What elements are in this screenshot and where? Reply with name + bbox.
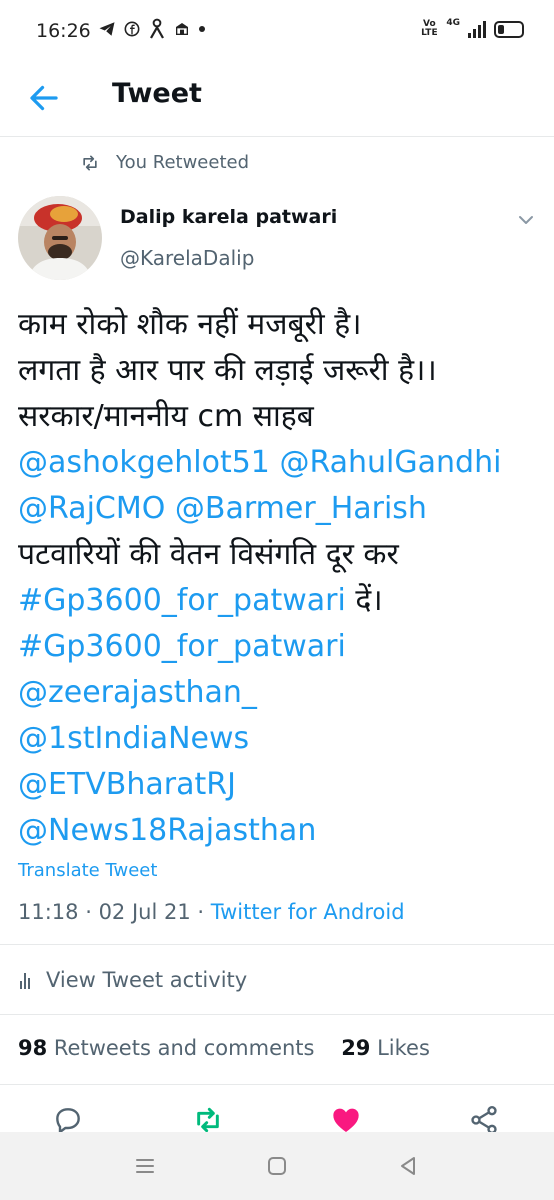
avatar[interactable]	[18, 196, 102, 280]
tweet-date: 02 Jul 21	[98, 900, 191, 924]
tweet-line: पटवारियों की वेतन विसंगति दूर कर	[18, 537, 399, 572]
likes-count: 29	[341, 1036, 371, 1060]
bank-icon	[176, 23, 188, 35]
dot-icon	[199, 26, 205, 32]
author-name[interactable]: Dalip karela patwari	[120, 206, 337, 228]
mention-link[interactable]: @ETVBharatRJ	[18, 762, 538, 808]
retweets-label: Retweets and comments	[47, 1036, 315, 1060]
tweet-line: @ashokgehlot51 @RahulGandhi	[18, 440, 538, 486]
person-icon	[150, 18, 164, 39]
system-navigation-bar	[0, 1132, 554, 1200]
activity-label: View Tweet activity	[46, 968, 248, 992]
tweet-text-fragment: दें।	[345, 583, 383, 618]
volte-indicator: Vo LTE	[421, 19, 438, 38]
likes-stat[interactable]: 29 Likes	[341, 1036, 430, 1060]
retweet-context: You Retweeted	[80, 152, 249, 173]
tweet-line: सरकार/माननीय cm साहब	[18, 399, 314, 434]
retweets-stat[interactable]: 98 Retweets and comments	[18, 1036, 314, 1060]
top-app-bar: Tweet	[0, 68, 554, 137]
tweet-body: काम रोको शौक नहीं मजबूरी है। लगता है आर …	[18, 302, 538, 854]
hashtag-link[interactable]: #Gp3600_for_patwari	[18, 624, 538, 670]
mention-link[interactable]: @1stIndiaNews	[18, 716, 538, 762]
status-bar: 16:26 Vo LTE 4G	[0, 0, 554, 68]
telegram-icon	[99, 22, 115, 36]
divider	[0, 944, 554, 945]
tweet-line: #Gp3600_for_patwari दें।	[18, 578, 538, 624]
tweet-line: @RajCMO @Barmer_Harish	[18, 486, 538, 532]
mention-link[interactable]: @Barmer_Harish	[175, 491, 427, 526]
tweet-time: 11:18	[18, 900, 79, 924]
hashtag-link[interactable]: #Gp3600_for_patwari	[18, 583, 346, 618]
facebook-icon	[124, 21, 140, 37]
author-handle[interactable]: @KarelaDalip	[120, 246, 254, 270]
page-title: Tweet	[112, 78, 202, 109]
tweet-line: लगता है आर पार की लड़ाई जरूरी है।।	[18, 353, 437, 388]
notification-icons	[98, 18, 206, 40]
menu-icon[interactable]	[133, 1154, 157, 1178]
status-time: 16:26	[36, 20, 91, 42]
network-type: 4G	[446, 18, 460, 28]
retweet-icon	[83, 155, 97, 170]
mention-link[interactable]: @zeerajasthan_	[18, 670, 538, 716]
tweet-client-link[interactable]: Twitter for Android	[211, 900, 405, 924]
chevron-down-icon[interactable]	[514, 208, 538, 232]
translate-tweet-link[interactable]: Translate Tweet	[18, 860, 157, 881]
mention-link[interactable]: @News18Rajasthan	[18, 808, 538, 854]
tweet-stats: 98 Retweets and comments 29 Likes	[18, 1036, 430, 1060]
divider	[0, 1084, 554, 1085]
view-tweet-activity-button[interactable]: View Tweet activity	[20, 968, 247, 992]
mention-link[interactable]: @RajCMO	[18, 491, 165, 526]
back-icon[interactable]	[396, 1154, 420, 1178]
retweets-count: 98	[18, 1036, 48, 1060]
mention-link[interactable]: @ashokgehlot51	[18, 445, 270, 480]
avatar-image	[18, 196, 102, 280]
meta-separator: ·	[190, 900, 211, 924]
back-arrow-icon[interactable]	[26, 80, 62, 116]
system-status: Vo LTE 4G	[420, 18, 524, 38]
analytics-icon	[20, 971, 36, 989]
tweet-line: काम रोको शौक नहीं मजबूरी है।	[18, 307, 362, 342]
mention-link[interactable]: @RahulGandhi	[279, 445, 501, 480]
likes-label: Likes	[370, 1036, 430, 1060]
meta-separator: ·	[78, 900, 99, 924]
home-icon[interactable]	[265, 1154, 289, 1178]
divider	[0, 1014, 554, 1015]
retweet-label: You Retweeted	[116, 152, 250, 173]
tweet-meta: 11:18 · 02 Jul 21 · Twitter for Android	[18, 900, 405, 924]
signal-icon	[468, 20, 486, 38]
battery-icon	[494, 20, 524, 38]
